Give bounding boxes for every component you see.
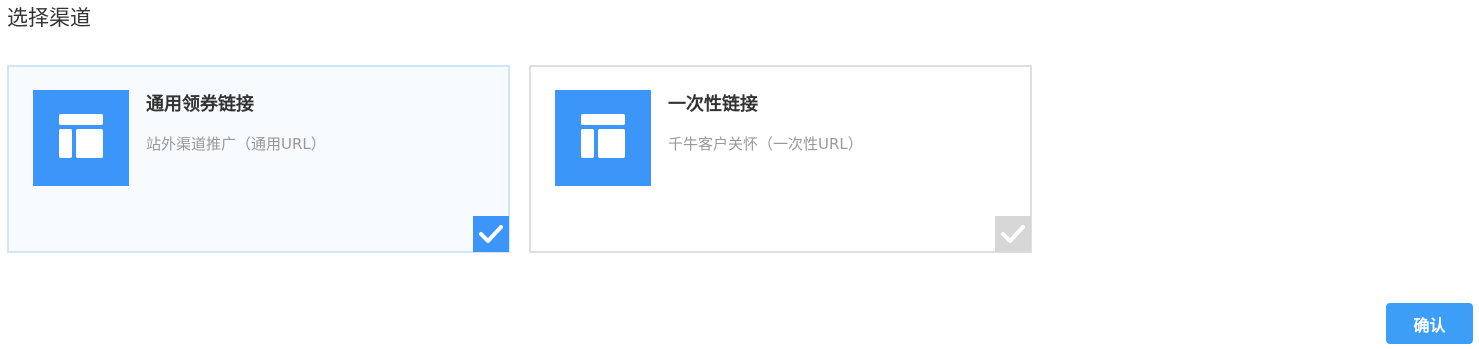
page-title: 选择渠道	[7, 6, 91, 30]
channel-card-universal-link[interactable]: 通用领券链接 站外渠道推广（通用URL）	[7, 65, 510, 253]
channel-card-title: 一次性链接	[668, 94, 758, 115]
checkmark-icon	[995, 216, 1031, 252]
channel-card-one-time-link[interactable]: 一次性链接 千牛客户关怀（一次性URL）	[529, 65, 1032, 253]
channel-card-description: 站外渠道推广（通用URL）	[146, 135, 326, 153]
confirm-button[interactable]: 确认	[1386, 303, 1473, 344]
channel-card-description: 千牛客户关怀（一次性URL）	[668, 135, 863, 153]
layout-template-icon	[33, 90, 129, 186]
layout-template-icon	[555, 90, 651, 186]
channel-card-title: 通用领券链接	[146, 94, 254, 115]
checkmark-icon	[473, 216, 509, 252]
